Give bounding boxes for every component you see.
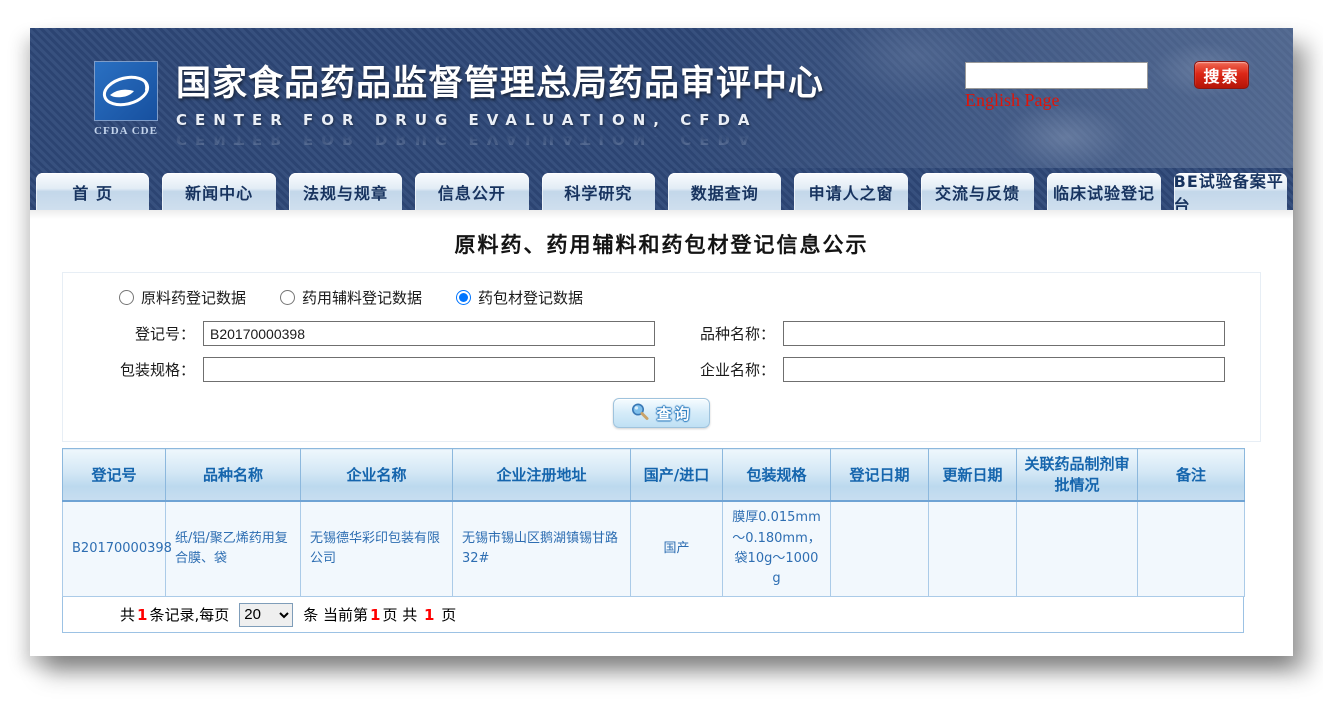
- main-content: 原料药、药用辅料和药包材登记信息公示 原料药登记数据 药用辅料登记数据 药包材登记数…: [30, 210, 1293, 656]
- query-button[interactable]: 查询: [613, 398, 710, 428]
- pager-text: 共: [120, 604, 135, 625]
- header-search-button[interactable]: 搜索: [1194, 61, 1249, 89]
- nav-tab-4[interactable]: 信息公开: [415, 173, 528, 210]
- radio-input-2[interactable]: [280, 290, 295, 305]
- site-header: CFDA CDE 国家食品药品监督管理总局药品审评中心 CENTER FOR D…: [30, 28, 1293, 168]
- fish-swoosh-icon: [100, 69, 152, 113]
- nav-tab-8[interactable]: 交流与反馈: [921, 173, 1034, 210]
- table-cell-9: [1017, 501, 1138, 597]
- pager-text: 条记录,每页: [149, 604, 229, 625]
- company-name-input[interactable]: [783, 357, 1225, 382]
- radio-input-3[interactable]: [456, 290, 471, 305]
- table-cell-7: [831, 501, 929, 597]
- column-header-6: 包装规格: [723, 449, 831, 501]
- english-page-link[interactable]: English Page: [965, 90, 1060, 111]
- nav-tab-1[interactable]: 首 页: [36, 173, 149, 210]
- search-fields: 登记号： 品种名称： 包装规格： 企业名称：: [63, 321, 1260, 382]
- current-page: 1: [370, 606, 380, 624]
- total-pages: 1: [424, 606, 434, 624]
- table-cell-10: [1138, 501, 1245, 597]
- pager-text: 条 当前第: [303, 604, 368, 625]
- pager-text: 页 共: [382, 604, 422, 625]
- nav-tab-6[interactable]: 数据查询: [668, 173, 781, 210]
- cfda-logo: CFDA CDE: [90, 61, 162, 137]
- header-search-input[interactable]: [965, 62, 1148, 89]
- column-header-3: 企业名称: [301, 449, 453, 501]
- column-header-1: 登记号: [63, 449, 166, 501]
- nav-tab-5[interactable]: 科学研究: [542, 173, 655, 210]
- table-cell-1: B20170000398: [63, 501, 166, 597]
- column-header-4: 企业注册地址: [453, 449, 631, 501]
- total-records: 1: [137, 606, 147, 624]
- registration-number-label: 登记号：: [63, 323, 195, 344]
- table-header-row: 登记号品种名称企业名称企业注册地址国产/进口包装规格登记日期更新日期关联药品制剂…: [63, 449, 1245, 501]
- table-cell-2: 纸/铝/聚乙烯药用复合膜、袋: [166, 501, 301, 597]
- nav-tab-3[interactable]: 法规与规章: [289, 173, 402, 210]
- site-subtitle: CENTER FOR DRUG EVALUATION, CFDA: [176, 111, 824, 129]
- radio-option-1[interactable]: 原料药登记数据: [119, 287, 246, 308]
- table-row: B20170000398纸/铝/聚乙烯药用复合膜、袋无锡德华彩印包装有限公司无锡…: [63, 501, 1245, 597]
- radio-label: 原料药登记数据: [141, 287, 246, 308]
- data-type-radio-group: 原料药登记数据 药用辅料登记数据 药包材登记数据: [119, 287, 1260, 308]
- radio-label: 药包材登记数据: [478, 287, 583, 308]
- company-name-label: 企业名称：: [663, 359, 775, 380]
- column-header-7: 登记日期: [831, 449, 929, 501]
- site-title: 国家食品药品监督管理总局药品审评中心: [176, 55, 824, 106]
- column-header-9: 关联药品制剂审批情况: [1017, 449, 1138, 501]
- search-form: 原料药登记数据 药用辅料登记数据 药包材登记数据 登记号： 品种名称： 包装规格： 企业名…: [62, 272, 1261, 442]
- table-cell-6: 膜厚0.015mm～0.180mm，袋10g～1000g: [723, 501, 831, 597]
- radio-option-2[interactable]: 药用辅料登记数据: [280, 287, 422, 308]
- column-header-8: 更新日期: [929, 449, 1017, 501]
- package-spec-input[interactable]: [203, 357, 655, 382]
- table-cell-3: 无锡德华彩印包装有限公司: [301, 501, 453, 597]
- query-row: 查询: [63, 398, 1260, 428]
- nav-tab-7[interactable]: 申请人之窗: [794, 173, 907, 210]
- table-cell-8: [929, 501, 1017, 597]
- package-spec-label: 包装规格：: [63, 359, 195, 380]
- nav-tab-9[interactable]: 临床试验登记: [1047, 173, 1160, 210]
- site-subtitle-reflection: CENTER FOR DRUG EVALUATION, CFDA: [176, 130, 824, 148]
- pager-text: 页: [436, 604, 456, 625]
- pagination-bar: 共1条记录,每页 20 条 当前第1页 共 1 页: [62, 597, 1244, 633]
- header-titles: 国家食品药品监督管理总局药品审评中心 CENTER FOR DRUG EVALU…: [176, 55, 824, 148]
- results-table: 登记号品种名称企业名称企业注册地址国产/进口包装规格登记日期更新日期关联药品制剂…: [62, 448, 1245, 597]
- product-name-input[interactable]: [783, 321, 1225, 346]
- radio-option-3[interactable]: 药包材登记数据: [456, 287, 583, 308]
- nav-tab-2[interactable]: 新闻中心: [162, 173, 275, 210]
- product-name-label: 品种名称：: [663, 323, 775, 344]
- cfda-logo-mark: [94, 61, 158, 121]
- nav-tab-10[interactable]: BE试验备案平台: [1174, 173, 1287, 210]
- column-header-10: 备注: [1138, 449, 1245, 501]
- table-cell-5: 国产: [631, 501, 723, 597]
- table-cell-4: 无锡市锡山区鹅湖镇锡甘路32#: [453, 501, 631, 597]
- column-header-5: 国产/进口: [631, 449, 723, 501]
- radio-label: 药用辅料登记数据: [302, 287, 422, 308]
- column-header-2: 品种名称: [166, 449, 301, 501]
- query-button-label: 查询: [656, 403, 692, 424]
- logo-caption: CFDA CDE: [90, 125, 162, 137]
- magnifier-icon: [630, 402, 649, 424]
- site-container: CFDA CDE 国家食品药品监督管理总局药品审评中心 CENTER FOR D…: [30, 28, 1293, 656]
- page-size-select[interactable]: 20: [239, 603, 293, 627]
- radio-input-1[interactable]: [119, 290, 134, 305]
- registration-number-input[interactable]: [203, 321, 655, 346]
- page-title: 原料药、药用辅料和药包材登记信息公示: [30, 210, 1293, 259]
- main-nav: 首 页新闻中心法规与规章信息公开科学研究数据查询申请人之窗交流与反馈临床试验登记…: [30, 168, 1293, 210]
